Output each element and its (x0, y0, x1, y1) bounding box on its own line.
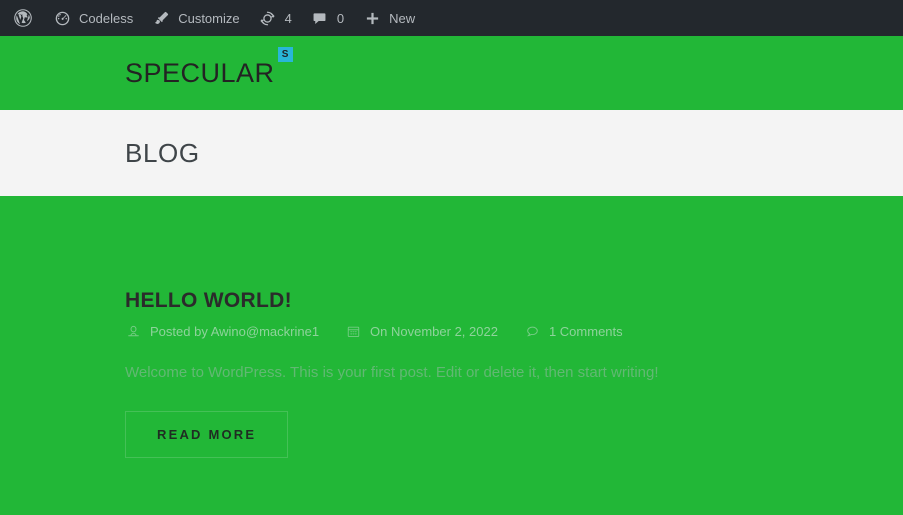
blog-content: HELLO WORLD! Posted by Awino@mackrine1 O… (0, 196, 903, 515)
calendar-icon (345, 323, 362, 340)
site-header: SPECULAR S (0, 36, 903, 110)
site-logo-badge: S (277, 46, 293, 62)
admin-bar-customize[interactable]: Customize (142, 0, 248, 36)
post-author[interactable]: Posted by Awino@mackrine1 (125, 323, 319, 340)
admin-bar-new-content[interactable]: New (353, 0, 424, 36)
post-date-label: On November 2, 2022 (370, 324, 498, 340)
wp-admin-bar: Codeless Customize 4 0 New (0, 0, 903, 36)
update-arrows-icon (258, 8, 278, 28)
admin-bar-site-name[interactable]: Codeless (43, 0, 142, 36)
admin-bar-customize-label: Customize (178, 10, 240, 26)
post-meta: Posted by Awino@mackrine1 On November 2,… (125, 323, 903, 340)
post-comments[interactable]: 1 Comments (524, 323, 623, 340)
admin-bar-updates-count: 4 (284, 10, 292, 26)
post-comments-label: 1 Comments (548, 324, 623, 340)
site-logo-text: SPECULAR (125, 57, 275, 88)
user-icon (125, 323, 142, 340)
admin-bar-new-content-label: New (389, 10, 416, 26)
post-item: HELLO WORLD! Posted by Awino@mackrine1 O… (125, 288, 903, 458)
comment-bubble-icon (524, 323, 541, 340)
read-more-button[interactable]: READ MORE (125, 410, 289, 458)
wordpress-logo-icon (13, 8, 33, 28)
site-logo[interactable]: SPECULAR S (125, 46, 293, 88)
admin-bar-site-name-label: Codeless (79, 10, 134, 26)
post-date[interactable]: On November 2, 2022 (345, 323, 498, 340)
page-title: BLOG (125, 138, 200, 168)
comment-bubble-icon (310, 8, 330, 28)
admin-bar-comments-count: 0 (336, 10, 345, 26)
plus-icon (362, 8, 382, 28)
paintbrush-icon (151, 8, 171, 28)
dashboard-speedometer-icon (52, 8, 72, 28)
admin-bar-wp-logo[interactable] (6, 0, 43, 36)
post-title[interactable]: HELLO WORLD! (125, 288, 292, 313)
admin-bar-updates[interactable]: 4 (249, 0, 301, 36)
page-title-band: BLOG (0, 110, 903, 196)
post-author-label: Posted by Awino@mackrine1 (150, 324, 320, 340)
post-excerpt: Welcome to WordPress. This is your first… (125, 364, 659, 382)
admin-bar-comments[interactable]: 0 (301, 0, 353, 36)
